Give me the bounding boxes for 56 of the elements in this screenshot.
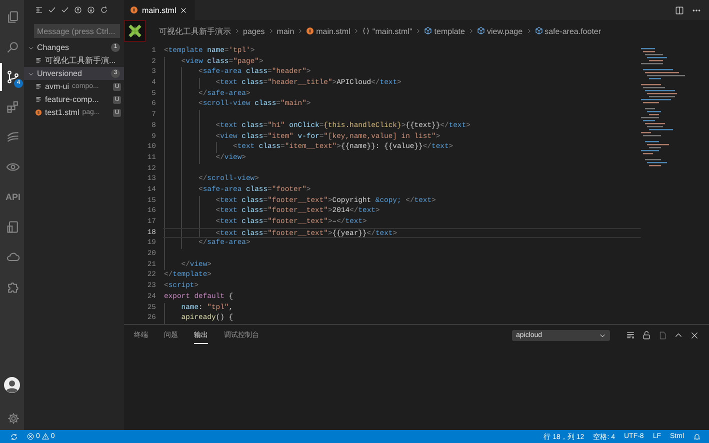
chevron-right-icon bbox=[353, 28, 360, 34]
chevron-right-icon bbox=[297, 28, 304, 34]
circle-arrow-icon bbox=[74, 6, 82, 14]
cube-icon bbox=[476, 27, 485, 35]
chevron-right-icon bbox=[415, 28, 422, 34]
swirl-icon bbox=[6, 130, 20, 144]
chevron-right-icon bbox=[526, 28, 532, 34]
puzzle-icon bbox=[6, 280, 20, 294]
breadcrumb[interactable]: main.stml bbox=[316, 26, 350, 36]
cloud-icon bbox=[6, 250, 20, 264]
circle-arrow-icon bbox=[87, 6, 95, 14]
chevron-right-icon bbox=[268, 28, 274, 34]
clear-output-icon bbox=[626, 331, 635, 340]
warning-icon bbox=[42, 433, 49, 440]
breadcrumb[interactable]: template bbox=[434, 26, 465, 36]
breadcrumb[interactable]: "main.stml" bbox=[372, 26, 412, 36]
file-type-icon bbox=[306, 27, 314, 35]
changed-file-item[interactable]: 可视化工具新手演... bbox=[24, 54, 124, 67]
split-editor-icon bbox=[675, 6, 684, 14]
file-type-icon bbox=[130, 6, 138, 14]
sync-icon bbox=[10, 432, 18, 440]
logo-icon bbox=[128, 24, 142, 38]
file-lines-icon bbox=[35, 83, 42, 90]
chevron-down-icon bbox=[599, 332, 606, 340]
breadcrumb[interactable]: main bbox=[276, 26, 294, 36]
list-icon bbox=[35, 6, 43, 14]
files-icon bbox=[6, 10, 20, 24]
editor-tab[interactable]: main.stml bbox=[124, 0, 196, 20]
breadcrumb[interactable]: safe-area.footer bbox=[544, 26, 602, 36]
search-icon bbox=[6, 40, 20, 54]
extensions-icon bbox=[6, 100, 20, 114]
source-control-icon bbox=[6, 70, 20, 84]
close-icon bbox=[180, 6, 188, 14]
bell-icon bbox=[693, 432, 701, 440]
breadcrumb[interactable]: view.page bbox=[486, 26, 523, 36]
commit-message-field[interactable]: Message (press Ctrl... bbox=[34, 24, 120, 38]
cube-icon bbox=[534, 27, 543, 35]
eye-icon bbox=[6, 160, 20, 174]
breadcrumb[interactable]: 可视化工具新手演示 bbox=[159, 26, 231, 36]
lock-icon bbox=[642, 331, 651, 340]
refresh-icon bbox=[100, 6, 108, 14]
close-icon bbox=[690, 331, 699, 340]
cube-icon bbox=[424, 27, 432, 35]
file-type-icon bbox=[35, 109, 42, 116]
breadcrumb[interactable]: pages bbox=[243, 26, 265, 36]
file-lines-icon bbox=[35, 57, 42, 64]
group-header[interactable]: Changes bbox=[37, 43, 108, 52]
file-icon bbox=[658, 331, 667, 340]
phone-icon bbox=[6, 220, 20, 234]
chevron-right-icon bbox=[468, 28, 474, 34]
group-header[interactable]: Unversioned bbox=[37, 69, 108, 78]
avatar[interactable] bbox=[4, 376, 20, 393]
braces-icon bbox=[362, 27, 370, 35]
error-icon bbox=[27, 433, 34, 440]
file-lines-icon bbox=[35, 96, 42, 103]
chevron-right-icon bbox=[234, 28, 240, 34]
